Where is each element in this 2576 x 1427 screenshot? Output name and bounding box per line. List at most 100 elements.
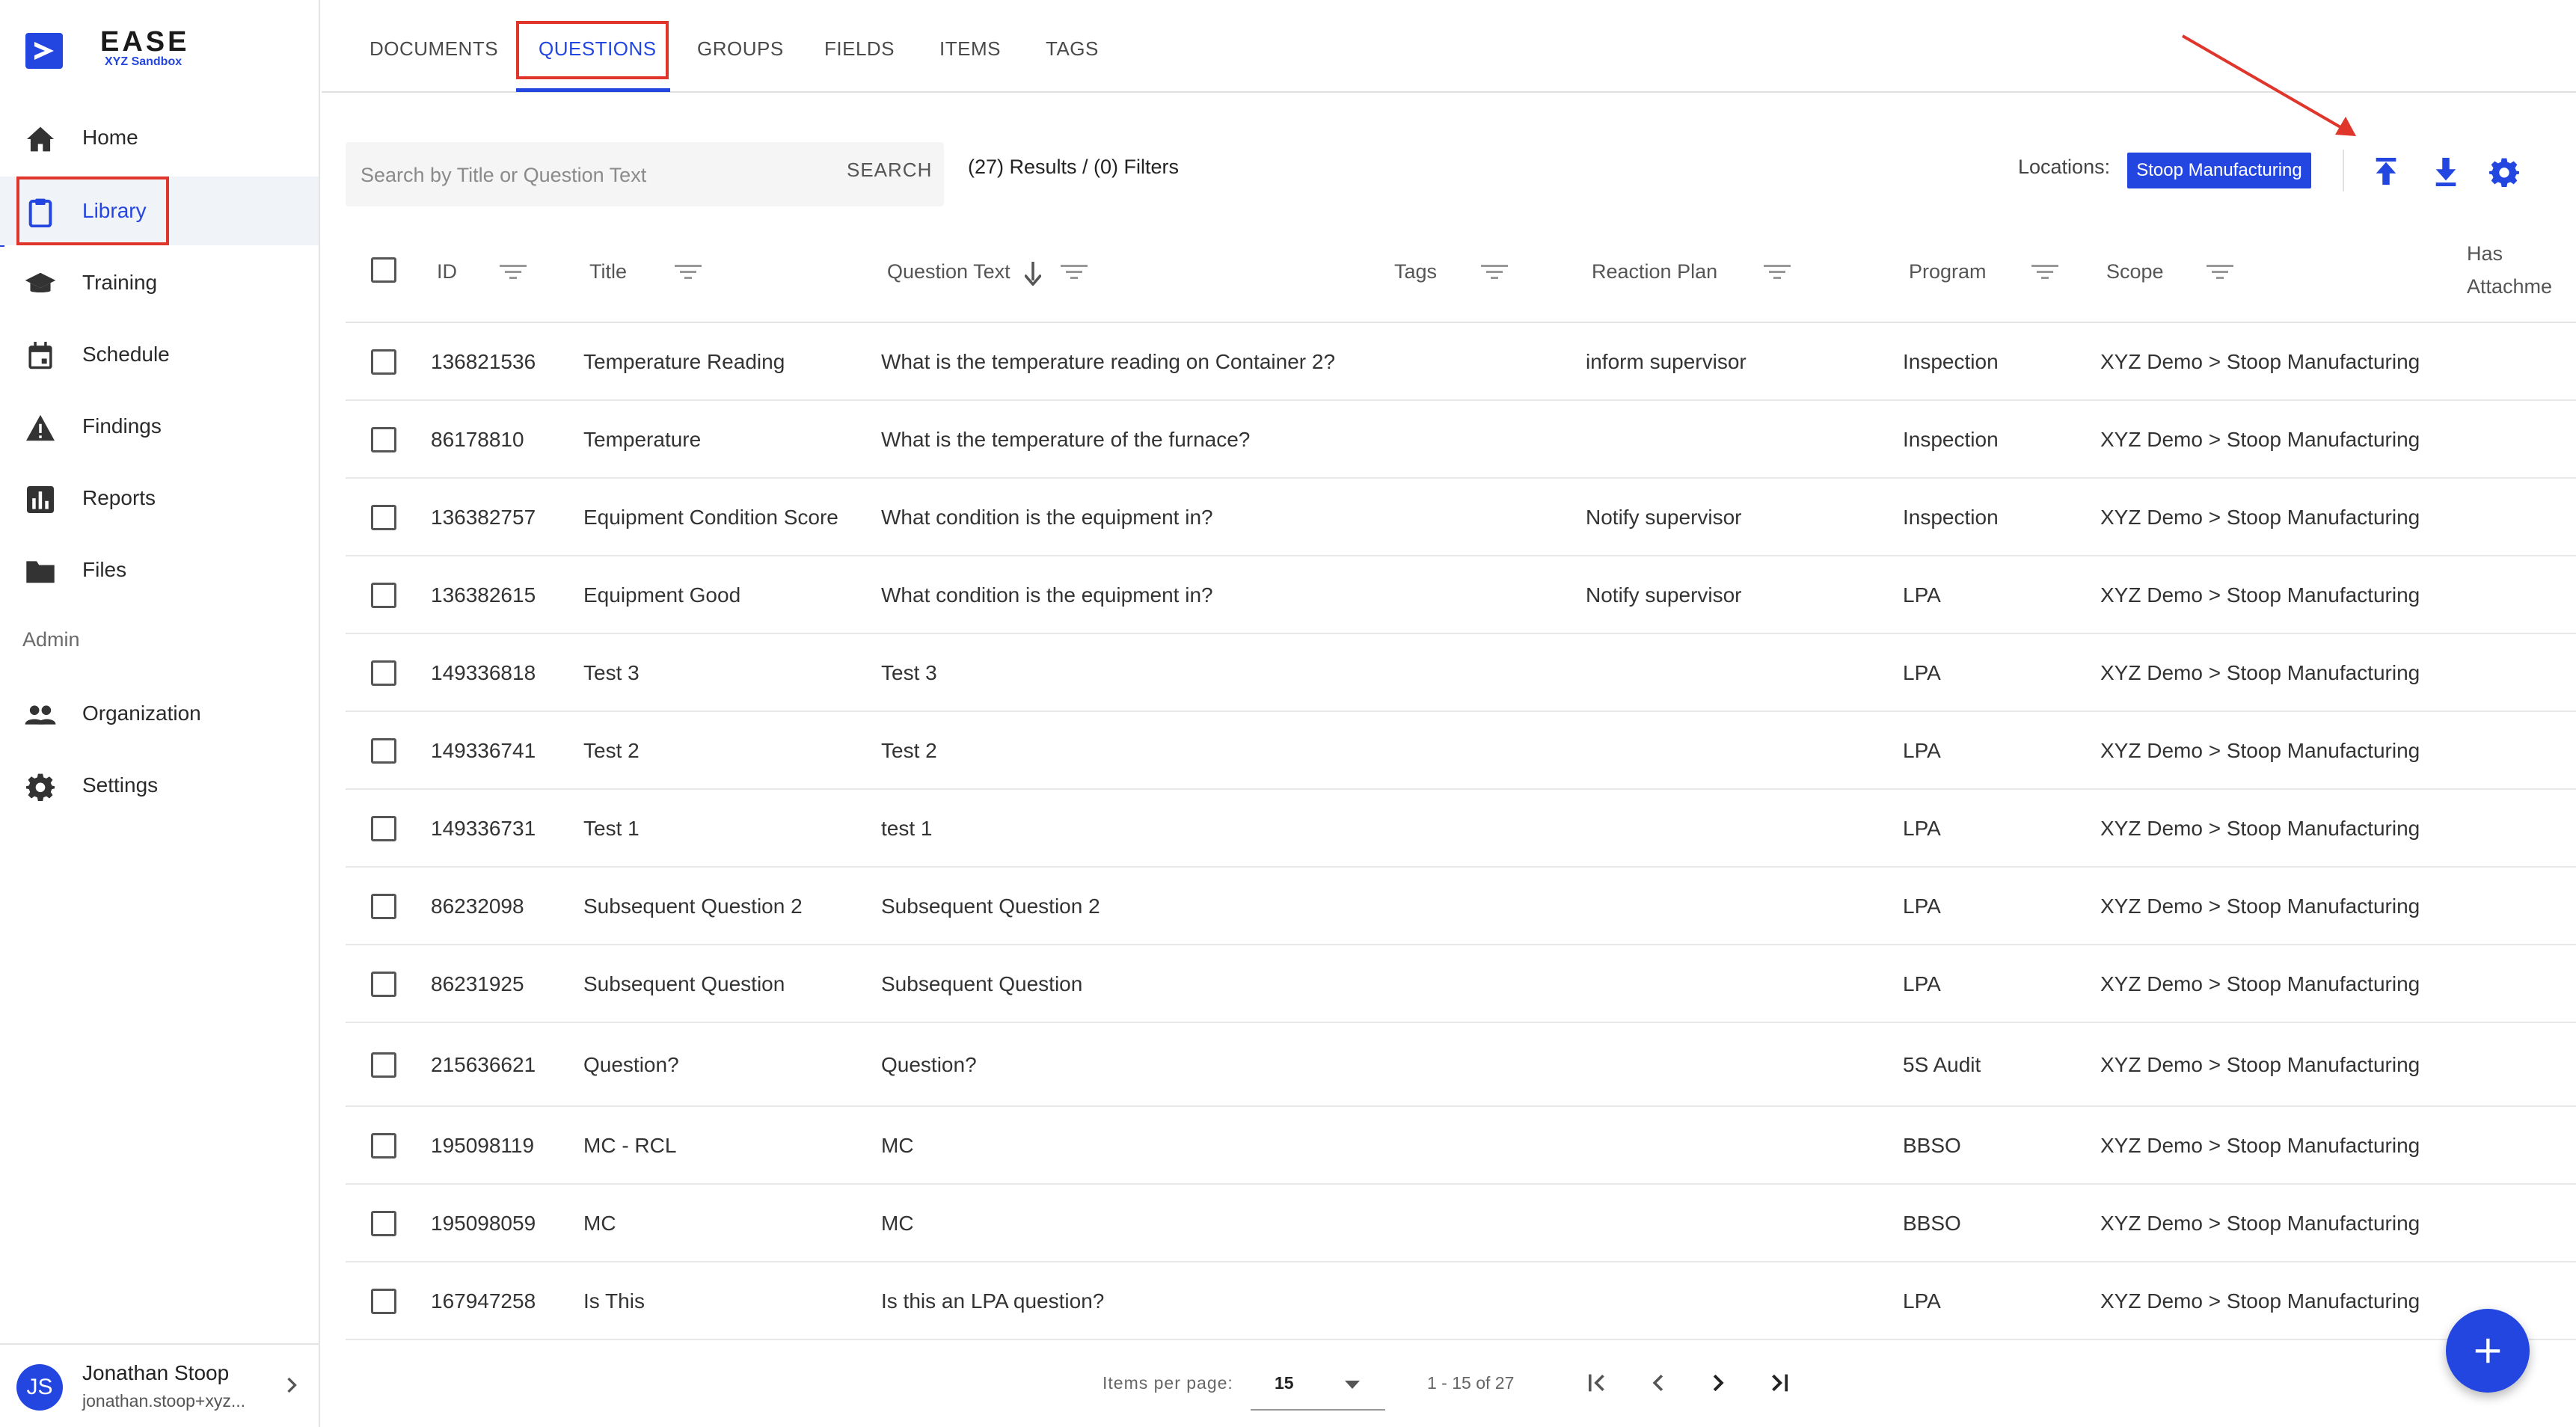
- row-checkbox[interactable]: [371, 349, 396, 375]
- sidebar-item-label: Schedule: [82, 343, 170, 366]
- bar-chart-icon: [24, 485, 57, 515]
- cell-scope: XYZ Demo > Stoop Manufacturing: [2100, 661, 2420, 684]
- next-page-icon[interactable]: [1699, 1364, 1737, 1402]
- sidebar-item-label: Findings: [82, 414, 162, 438]
- row-checkbox[interactable]: [371, 427, 396, 452]
- table-row[interactable]: 136382615 Equipment Good What condition is…: [346, 556, 2576, 634]
- filter-icon[interactable]: [2205, 263, 2235, 281]
- add-question-button[interactable]: [2446, 1309, 2530, 1393]
- tab-tags[interactable]: TAGS: [1046, 37, 1099, 61]
- sidebar-item-schedule[interactable]: Schedule: [0, 320, 319, 389]
- tab-fields[interactable]: FIELDS: [824, 37, 895, 61]
- search-input[interactable]: [361, 159, 824, 191]
- cell-title: Test 2: [583, 739, 640, 762]
- chevron-right-icon: [286, 1375, 298, 1400]
- cell-program: LPA: [1903, 739, 1941, 762]
- sidebar-item-home[interactable]: Home: [0, 103, 319, 172]
- table-row[interactable]: 86231925 Subsequent Question Subsequent Qu…: [346, 945, 2576, 1023]
- cell-scope: XYZ Demo > Stoop Manufacturing: [2100, 350, 2420, 373]
- row-checkbox[interactable]: [371, 738, 396, 764]
- sidebar-item-reports[interactable]: Reports: [0, 464, 319, 533]
- sidebar-item-training[interactable]: Training: [0, 248, 319, 317]
- sidebar-item-files[interactable]: Files: [0, 535, 319, 604]
- items-per-page-select[interactable]: 15: [1251, 1358, 1385, 1411]
- cell-question-text: What condition is the equipment in?: [881, 506, 1213, 529]
- sidebar-item-organization[interactable]: Organization: [0, 679, 319, 748]
- select-all-checkbox[interactable]: [371, 257, 396, 283]
- search-button[interactable]: SEARCH: [847, 159, 932, 182]
- location-chip[interactable]: Stoop Manufacturing: [2127, 153, 2311, 188]
- sidebar-item-label: Reports: [82, 486, 156, 509]
- user-name: Jonathan Stoop: [82, 1361, 230, 1384]
- table-row[interactable]: 167947258 Is This Is this an LPA question?…: [346, 1262, 2576, 1340]
- annotation-highlight-questions: [516, 21, 669, 79]
- cell-id: 167947258: [431, 1289, 536, 1313]
- sidebar-item-label: Home: [82, 126, 138, 149]
- cell-program: BBSO: [1903, 1212, 1961, 1235]
- cell-program: LPA: [1903, 1289, 1941, 1313]
- column-header-has[interactable]: Has: [2467, 242, 2503, 266]
- upload-icon[interactable]: [2367, 153, 2405, 191]
- sidebar-item-label: Training: [82, 271, 158, 294]
- table-row[interactable]: 136821536 Temperature Reading What is the …: [346, 323, 2576, 401]
- results-summary: (27) Results / (0) Filters: [968, 156, 1180, 178]
- tab-items[interactable]: ITEMS: [939, 37, 1001, 61]
- cell-program: LPA: [1903, 661, 1941, 684]
- column-header-reaction-plan[interactable]: Reaction Plan: [1592, 260, 1717, 283]
- download-icon[interactable]: [2426, 153, 2465, 191]
- last-page-icon[interactable]: [1759, 1364, 1797, 1402]
- user-profile[interactable]: JS Jonathan Stoop jonathan.stoop+xyz...: [0, 1343, 319, 1427]
- cell-scope: XYZ Demo > Stoop Manufacturing: [2100, 1134, 2420, 1157]
- previous-page-icon[interactable]: [1640, 1364, 1677, 1402]
- cell-program: LPA: [1903, 972, 1941, 995]
- table-row[interactable]: 149336741 Test 2 Test 2 LPA XYZ Demo > Stoop…: [346, 712, 2576, 790]
- settings-gear-icon[interactable]: [2485, 153, 2524, 191]
- tab-documents[interactable]: DOCUMENTS: [369, 37, 498, 61]
- row-checkbox[interactable]: [371, 1289, 396, 1314]
- cell-title: Is This: [583, 1289, 645, 1313]
- column-header-id[interactable]: ID: [437, 260, 457, 283]
- row-checkbox[interactable]: [371, 505, 396, 530]
- column-header-question-text[interactable]: Question Text: [887, 260, 1011, 283]
- cell-title: Test 3: [583, 661, 640, 684]
- table-row[interactable]: 149336731 Test 1 test 1 LPA XYZ Demo > Stoop…: [346, 790, 2576, 868]
- table-row[interactable]: 86178810 Temperature What is the temperatu…: [346, 401, 2576, 479]
- row-checkbox[interactable]: [371, 1133, 396, 1159]
- column-header-scope[interactable]: Scope: [2106, 260, 2164, 283]
- column-header-program[interactable]: Program: [1909, 260, 1987, 283]
- cell-id: 86178810: [431, 428, 524, 451]
- row-checkbox[interactable]: [371, 1211, 396, 1236]
- sidebar-item-label: Organization: [82, 702, 201, 725]
- filter-icon[interactable]: [1762, 263, 1792, 281]
- sidebar-item-settings[interactable]: Settings: [0, 751, 319, 820]
- row-checkbox[interactable]: [371, 816, 396, 841]
- filter-icon[interactable]: [498, 263, 528, 281]
- row-checkbox[interactable]: [371, 583, 396, 608]
- column-header-attachments[interactable]: Attachme: [2467, 275, 2552, 298]
- sidebar-item-findings[interactable]: Findings: [0, 392, 319, 461]
- row-checkbox[interactable]: [371, 972, 396, 997]
- items-per-page-label: Items per page:: [1103, 1373, 1233, 1393]
- row-checkbox[interactable]: [371, 894, 396, 919]
- plus-icon: [2475, 1338, 2500, 1363]
- row-checkbox[interactable]: [371, 660, 396, 686]
- filter-icon[interactable]: [1479, 263, 1509, 281]
- search-box: SEARCH: [346, 142, 944, 206]
- table-row[interactable]: 215636621 Question? Question? 5S Audit XYZ D…: [346, 1023, 2576, 1107]
- column-header-title[interactable]: Title: [589, 260, 627, 283]
- sidebar-item-label: Files: [82, 558, 127, 581]
- filter-icon[interactable]: [1059, 263, 1089, 281]
- table-row[interactable]: 195098059 MC MC BBSO XYZ Demo > Stoop Manufa…: [346, 1185, 2576, 1262]
- table-row[interactable]: 136382757 Equipment Condition Score What c…: [346, 479, 2576, 556]
- table-row[interactable]: 86232098 Subsequent Question 2 Subsequent …: [346, 868, 2576, 945]
- first-page-icon[interactable]: [1580, 1364, 1617, 1402]
- table-row[interactable]: 195098119 MC - RCL MC BBSO XYZ Demo > Stoop …: [346, 1107, 2576, 1185]
- table-row[interactable]: 149336818 Test 3 Test 3 LPA XYZ Demo > Stoop…: [346, 634, 2576, 712]
- filter-icon[interactable]: [2030, 263, 2060, 281]
- tab-groups[interactable]: GROUPS: [697, 37, 784, 61]
- column-header-tags[interactable]: Tags: [1394, 260, 1437, 283]
- sort-descending-icon[interactable]: [1025, 262, 1041, 286]
- filter-icon[interactable]: [673, 263, 703, 281]
- row-checkbox[interactable]: [371, 1052, 396, 1078]
- sidebar-item-library[interactable]: Library: [0, 177, 319, 245]
